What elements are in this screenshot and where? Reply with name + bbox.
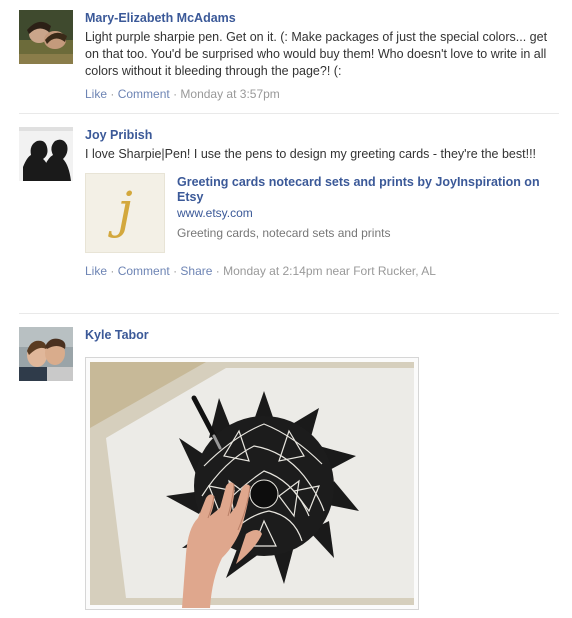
author-name[interactable]: Mary-Elizabeth McAdams: [85, 10, 555, 26]
attachment-details: Greeting cards notecard sets and prints …: [177, 175, 547, 242]
photo-attachment[interactable]: [85, 357, 419, 610]
link-attachment: j Greeting cards notecard sets and print…: [85, 173, 555, 253]
separator: ·: [215, 264, 220, 278]
attachment-title[interactable]: Greeting cards notecard sets and prints …: [177, 175, 547, 205]
author-name[interactable]: Kyle Tabor: [85, 327, 555, 343]
post-content: Kyle Tabor: [85, 327, 555, 343]
attachment-thumbnail[interactable]: j: [85, 173, 165, 253]
post-actions: Like · Comment · Share · Monday at 2:14p…: [85, 263, 555, 279]
share-link[interactable]: Share: [180, 264, 212, 278]
like-link[interactable]: Like: [85, 87, 107, 101]
divider: [19, 113, 559, 114]
timestamp[interactable]: Monday at 3:57pm: [180, 87, 279, 101]
like-link[interactable]: Like: [85, 264, 107, 278]
separator: ·: [110, 87, 115, 101]
avatar[interactable]: [19, 127, 73, 181]
post-content: Joy Pribish I love Sharpie|Pen! I use th…: [85, 127, 555, 279]
avatar[interactable]: [19, 327, 73, 381]
post-message: I love Sharpie|Pen! I use the pens to de…: [85, 147, 537, 161]
photo-image: [86, 358, 418, 609]
separator: ·: [173, 264, 178, 278]
attachment-logo: j: [117, 181, 133, 239]
avatar[interactable]: [19, 10, 73, 64]
comment-link[interactable]: Comment: [118, 264, 170, 278]
attachment-url[interactable]: www.etsy.com: [177, 205, 547, 222]
separator: ·: [110, 264, 115, 278]
post-message: Light purple sharpie pen. Get on it. (: …: [85, 30, 548, 78]
separator: ·: [173, 87, 178, 101]
post-content: Mary-Elizabeth McAdams Light purple shar…: [85, 10, 555, 102]
timestamp[interactable]: Monday at 2:14pm near Fort Rucker, AL: [223, 264, 436, 278]
author-name[interactable]: Joy Pribish: [85, 127, 555, 143]
divider: [19, 313, 559, 314]
post-actions: Like · Comment · Monday at 3:57pm: [85, 86, 555, 102]
comment-feed: Mary-Elizabeth McAdams Light purple shar…: [0, 0, 572, 618]
comment-link[interactable]: Comment: [118, 87, 170, 101]
attachment-description: Greeting cards, notecard sets and prints: [177, 226, 391, 240]
